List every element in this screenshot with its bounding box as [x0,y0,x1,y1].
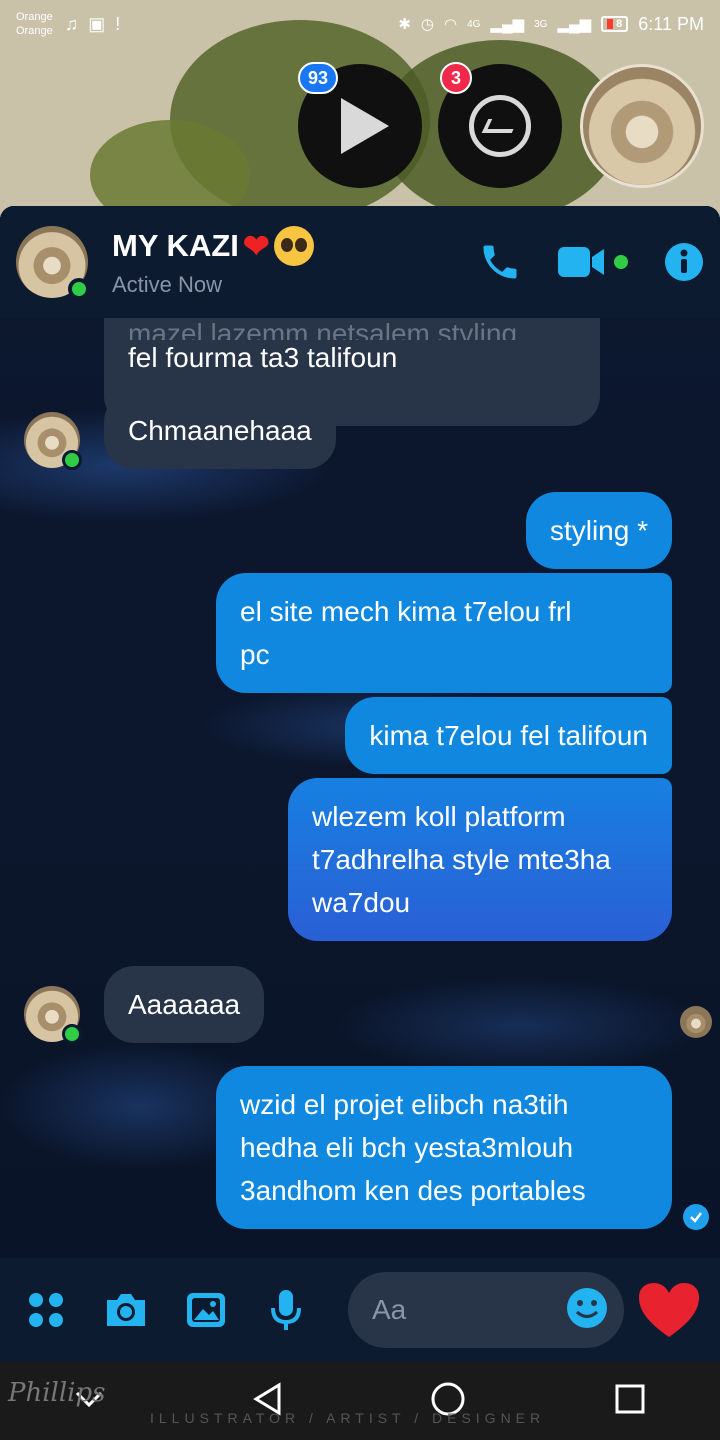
incoming-message-bubble[interactable]: Chmaanehaaa [104,392,336,469]
messenger-icon [469,95,531,157]
pulse-icon: ▣ [88,13,106,34]
gallery-icon[interactable] [176,1280,236,1340]
outgoing-message-bubble[interactable]: styling * [525,492,672,569]
nav-recents-icon[interactable] [614,1383,646,1420]
signature-text: Phillips [8,1378,106,1408]
message-input-box[interactable] [348,1272,624,1348]
signal-icon-2: ▂▄▆ [557,16,592,33]
delivered-check-icon [683,1204,709,1230]
play-icon [341,98,389,154]
video-chathead[interactable]: 93 [298,62,422,188]
signal-icon: ▂▄▆ [490,16,525,33]
message-text-line-1: el site mech kima t7elou frl [240,596,572,627]
phone-icon[interactable] [478,240,522,284]
smiley-icon[interactable] [566,1287,608,1334]
contact-info[interactable]: MY KAZI ❤ Active Now [112,226,314,298]
message-text-line-1: wlezem koll platform [312,801,566,832]
network-3g-label: 3G [534,18,548,30]
contact-name: MY KAZI [112,228,239,263]
contact-avatar[interactable] [16,226,90,300]
wifi-icon: ◠ [443,16,458,33]
system-navigation-bar: Phillips ILLUSTRATOR / ARTIST / DESIGNER [0,1362,720,1440]
music-note-icon: ♫ [64,13,79,34]
message-text-line-2: t7adhrelha style mte3ha [312,844,611,875]
outgoing-message-bubble[interactable]: el site mech kima t7elou frl pc [216,573,672,693]
carrier-labels: Orange Orange [16,10,53,38]
apps-icon[interactable] [16,1280,76,1340]
online-indicator [62,1024,82,1044]
video-badge: 93 [298,62,339,94]
message-text: fel fourma ta3 talifoun [128,342,398,373]
bluetooth-icon: ✱ [398,16,411,33]
contact-status: Active Now [112,272,223,297]
message-text: Chmaanehaaa [128,415,312,446]
message-text-line-2: pc [240,639,270,670]
network-4g-label: 4G [467,18,481,30]
battery-indicator: 8 [601,16,629,32]
carrier-2: Orange [16,25,53,37]
message-text: kima t7elou fel talifoun [369,720,648,751]
video-call-button[interactable] [558,245,628,279]
message-text-line-1: wzid el projet elibch na3tih [240,1089,569,1120]
microphone-icon[interactable] [256,1280,316,1340]
message-text-line-3: wa7dou [312,887,411,918]
message-input[interactable] [372,1294,566,1326]
sender-avatar[interactable] [24,412,82,470]
alert-icon: ! [115,13,121,34]
message-text: Aaaaaaa [128,989,241,1020]
pleading-face-emoji-icon [273,226,314,266]
message-text-line-3: 3andhom ken des portables [240,1175,586,1206]
message-text-line-2: hedha eli bch yesta3mlouh [240,1132,574,1163]
faded-message-text: mazel lazemm netsalem styling [128,318,518,340]
seen-avatar [680,1006,712,1038]
heart-icon[interactable] [634,1275,704,1345]
outgoing-message-bubble[interactable]: wlezem koll platform t7adhrelha style mt… [288,778,672,941]
online-indicator [62,450,82,470]
chat-header: MY KAZI ❤ Active Now [0,206,720,318]
watermark-text: ILLUSTRATOR / ARTIST / DESIGNER [150,1410,546,1426]
info-icon[interactable] [664,242,704,282]
chat-window: MY KAZI ❤ Active Now fel fourma ta3 tali… [0,206,720,1362]
outgoing-message-bubble[interactable]: wzid el projet elibch na3tih hedha eli b… [216,1066,672,1229]
video-camera-icon [558,247,604,277]
contact-chathead[interactable] [580,64,704,188]
red-heart-emoji-icon: ❤ [242,228,270,264]
messenger-chathead[interactable]: 3 [438,62,562,188]
carrier-1: Orange [16,11,53,23]
battery-level: 8 [616,18,623,30]
status-time: 6:11 PM [638,13,704,34]
message-text: styling * [549,515,648,546]
messenger-badge: 3 [440,62,472,94]
alarm-icon: ◷ [420,16,434,33]
camera-icon[interactable] [96,1280,156,1340]
message-list[interactable]: fel fourma ta3 talifoun mazel lazemm net… [0,318,720,1258]
outgoing-message-bubble[interactable]: kima t7elou fel talifoun [345,697,672,774]
message-composer [0,1258,720,1362]
online-indicator [68,278,90,300]
incoming-message-bubble[interactable]: Aaaaaaa [104,966,265,1043]
status-bar: Orange Orange ♫ ▣ ! ✱ ◷ ◠ 4G ▂▄▆ 3G ▂▄▆ … [0,0,720,48]
sender-avatar[interactable] [24,986,82,1044]
video-active-dot [614,255,628,269]
